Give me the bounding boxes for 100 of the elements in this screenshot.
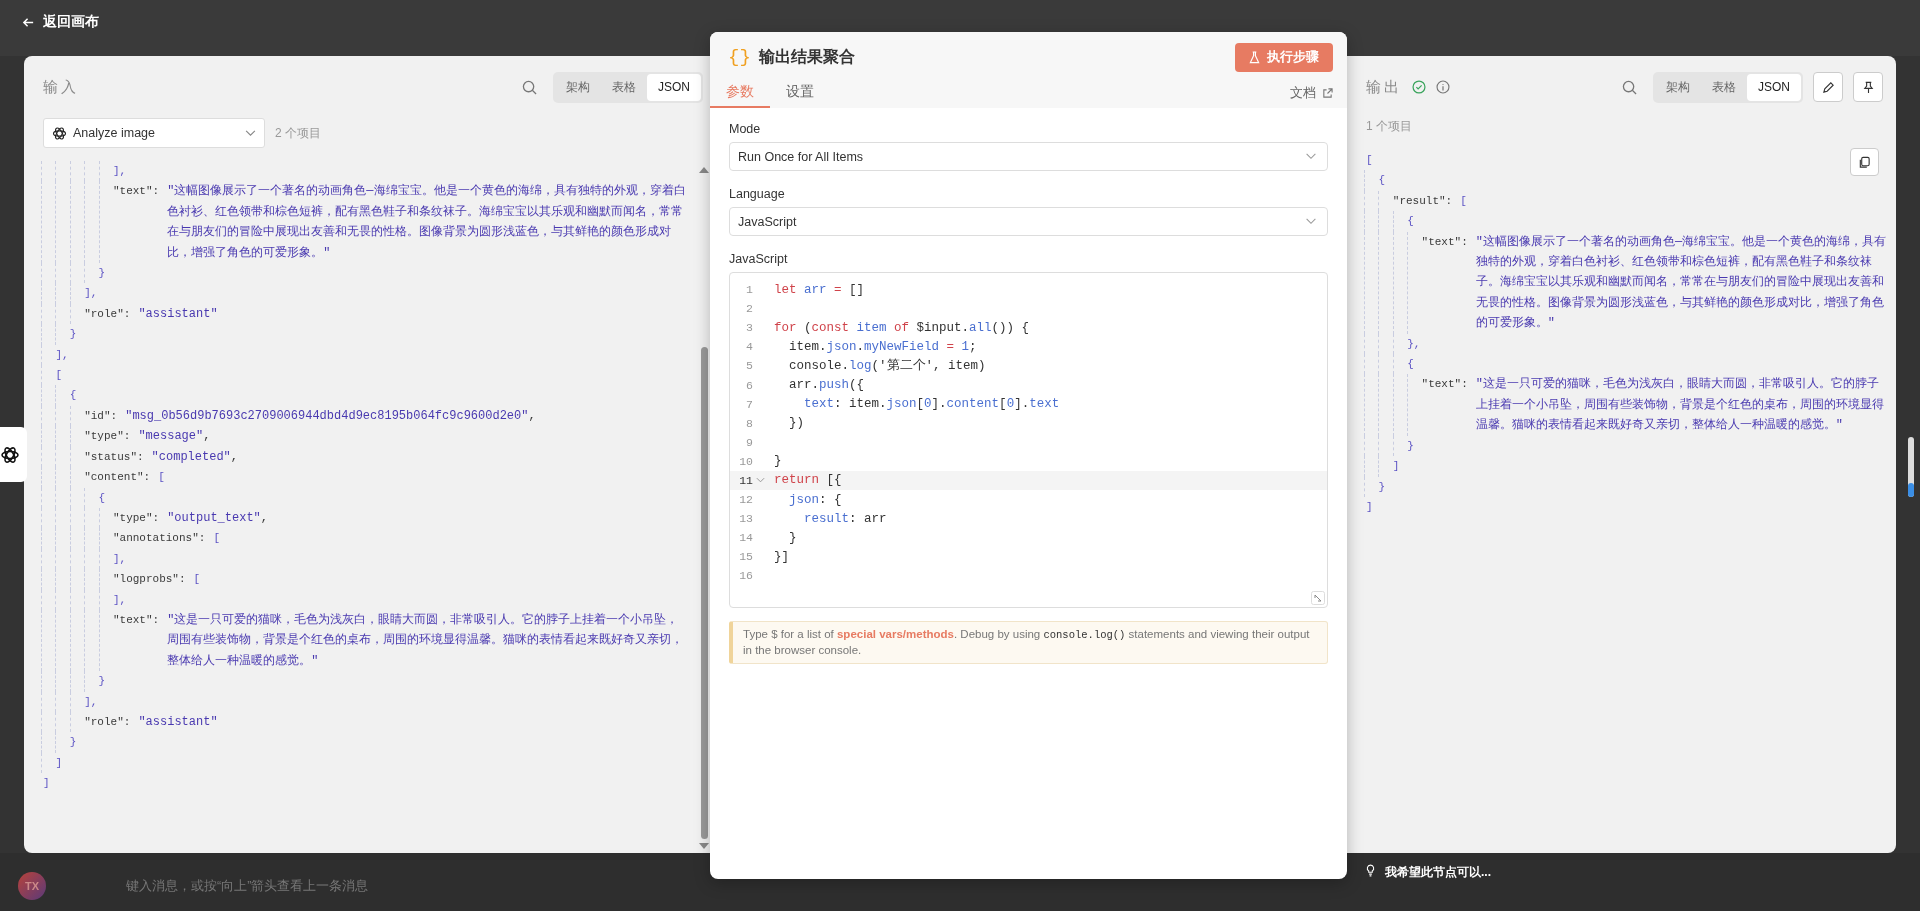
json-bracket: [ [158, 470, 165, 486]
json-bracket: ], [84, 286, 98, 302]
json-bracket: ] [1392, 459, 1400, 475]
code-line: result: arr [803, 511, 887, 526]
json-bracket: [ [1366, 153, 1373, 168]
json-key: "type": [84, 426, 131, 447]
json-bracket: { [98, 490, 106, 506]
json-key: "role": [84, 303, 131, 325]
view-tab[interactable]: JSON [647, 73, 701, 101]
json-value: "assistant" [138, 305, 219, 323]
suggestion-text[interactable]: 我希望此节点可以... [1385, 864, 1491, 881]
json-bracket: } [1407, 438, 1414, 454]
json-key: "status": [84, 446, 144, 468]
line-number: 9 [745, 435, 753, 449]
check-circle-icon [1412, 80, 1426, 94]
select-field[interactable]: Run Once for All Items [729, 142, 1328, 171]
panel-title: 输出 [1366, 77, 1402, 97]
code-line: json: { [788, 492, 842, 507]
code-line: text: item.json[0].content[0].text [803, 397, 1060, 412]
line-number: 15 [738, 550, 753, 564]
json-bracket: }, [1407, 336, 1421, 352]
search-icon[interactable] [522, 79, 537, 95]
knot-icon [52, 125, 67, 141]
json-key: "result": [1392, 190, 1453, 212]
json-key: "content": [84, 467, 151, 488]
view-tab[interactable]: 表格 [601, 73, 647, 101]
lightbulb-icon [1366, 864, 1375, 877]
field-label: Mode [729, 122, 762, 136]
code-line: } [788, 530, 797, 545]
json-key: "annotations": [112, 528, 206, 549]
copy-button[interactable] [1850, 148, 1879, 176]
info-icon[interactable] [1436, 80, 1450, 94]
json-key: "type": [112, 507, 160, 529]
line-number: 14 [738, 531, 753, 545]
flask-icon [1249, 50, 1260, 64]
view-tab[interactable]: 表格 [1701, 73, 1747, 101]
json-bracket: } [1378, 479, 1385, 495]
pencil-icon [1821, 80, 1835, 94]
code-line: let arr = [] [774, 282, 865, 297]
json-key: "logprobs": [112, 569, 186, 590]
code-line: for (const item of $input.all()) { [774, 320, 1030, 335]
field-label: Language [729, 187, 786, 201]
line-number: 10 [738, 454, 753, 468]
search-icon[interactable] [1622, 79, 1637, 95]
json-bracket: { [69, 388, 77, 404]
json-key: "text": [1421, 231, 1468, 334]
external-link-icon[interactable] [1322, 87, 1333, 99]
settings-tab[interactable]: 设置 [770, 78, 830, 108]
code-line: console.log('第二个', item) [788, 357, 986, 375]
line-number: 3 [745, 321, 753, 335]
edit-button[interactable] [1813, 72, 1843, 102]
view-tab[interactable]: JSON [1747, 73, 1801, 101]
json-bracket: ] [1366, 499, 1373, 515]
code-line: } [774, 454, 782, 469]
json-value: "message", [138, 428, 212, 446]
json-bracket: { [1407, 214, 1414, 230]
view-tab[interactable]: 架构 [1655, 73, 1701, 101]
json-bracket: [ [213, 531, 220, 547]
json-key: "text": [1421, 374, 1468, 436]
json-bracket: { [1378, 173, 1385, 189]
docs-link[interactable]: 文档 [1290, 84, 1316, 102]
view-tab[interactable]: 架构 [555, 73, 601, 101]
json-bracket: ] [55, 755, 62, 771]
code-line: arr.push({ [788, 378, 865, 392]
hint-text: Type $ for a list of special vars/methods. Debug by using console.log() statements and viewing their output in the browser console. [743, 626, 1311, 658]
knot-icon [0, 444, 20, 465]
line-number: 8 [745, 416, 753, 430]
json-bracket: ], [112, 592, 127, 608]
line-number: 16 [738, 569, 753, 583]
chevron-down-icon [1305, 218, 1317, 225]
json-key: "text": [112, 609, 160, 672]
line-number: 5 [745, 359, 753, 373]
json-value: "output_text", [167, 509, 269, 527]
json-bracket: } [98, 674, 106, 690]
field-label: JavaScript [729, 252, 789, 266]
node-side-tab[interactable] [0, 427, 27, 482]
json-value: "这幅图像展示了一个著名的动画角色—海绵宝宝。他是一个黄色的海绵，具有独特的外观，穿着白色衬衫、红色领带和棕色短裤，配有黑色鞋子和条纹袜子。海绵宝宝以其乐观和幽默而闻名，常常在与朋友们的冒险中展现出友善和无畏的性格。图像背景为圆形浅蓝色，与其鲜艳的颜色形成对比，增强了角色的可爱形象。" [1475, 233, 1888, 333]
resize-handle-icon[interactable] [1311, 590, 1325, 605]
back-arrow-icon[interactable] [22, 16, 35, 29]
code-line: }] [774, 549, 789, 564]
line-number: 7 [745, 397, 753, 411]
line-number: 12 [738, 493, 753, 507]
pin-button[interactable] [1853, 72, 1883, 102]
json-value: "这是一只可爱的猫咪，毛色为浅灰白，眼睛大而圆，非常吸引人。它的脖子上挂着一个小吊坠，周围有些装饰物，背景是个红色的桌布，周围的环境显得温馨。猫咪的表情看起来既好奇又亲切，整体给人一种温暖的感觉。" [1475, 376, 1885, 435]
json-value: "assistant" [138, 713, 219, 731]
scrollbar[interactable] [1908, 437, 1914, 497]
line-number: 6 [745, 378, 753, 392]
json-bracket: } [98, 266, 106, 282]
json-bracket: [ [193, 572, 201, 588]
line-number: 4 [745, 340, 753, 354]
node-dropdown[interactable]: Analyze image [43, 118, 265, 148]
chevron-down-icon [1305, 153, 1317, 160]
json-value: "这幅图像展示了一个著名的动画角色—海绵宝宝。他是一个黄色的海绵，具有独特的外观，穿着白色衬衫、红色领带和棕色短裤，配有黑色鞋子和条纹袜子。海绵宝宝以其乐观和幽默而闻名，常常在与朋友们的冒险中展现出友善和无畏的性格。图像背景为圆形浅蓝色，与其鲜艳的颜色形成对比，增强了角色的可爱形象。" [167, 183, 687, 262]
json-bracket: ], [84, 694, 98, 710]
json-value: "completed", [151, 448, 239, 466]
json-value: "msg_0b56d9b7693c2709006944dbd4d9ec8195b064fc9c9600d2e0", [125, 407, 537, 425]
select-field[interactable]: JavaScript [729, 207, 1328, 236]
line-number: 11 [738, 474, 753, 487]
item-count: 2 个项目 [275, 124, 321, 142]
back-link[interactable]: 返回画布 [43, 13, 99, 31]
